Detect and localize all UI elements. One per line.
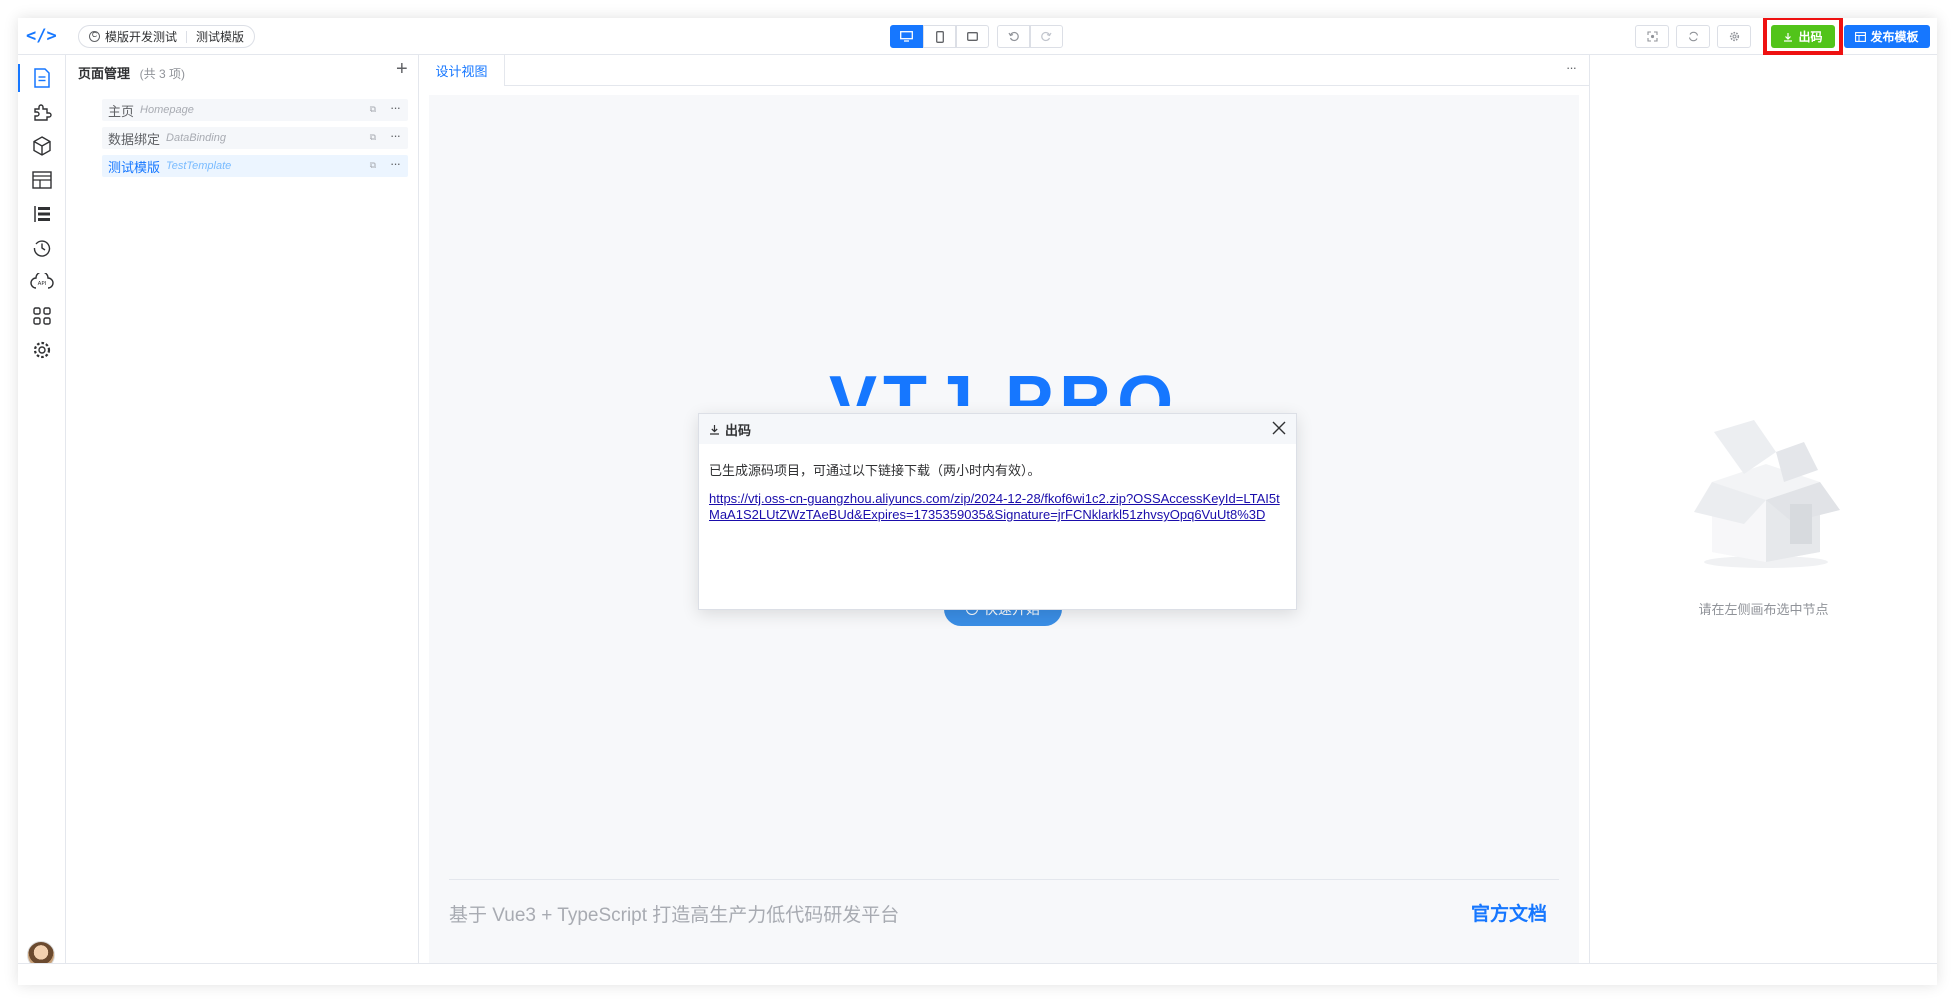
activity-api[interactable]: API xyxy=(18,265,66,299)
code-logo-icon[interactable]: </> xyxy=(26,22,57,50)
publish-template-button[interactable]: 发布模板 xyxy=(1844,25,1930,48)
view-tabbar: 设计视图 ··· xyxy=(419,55,1589,86)
gear-icon xyxy=(33,341,51,359)
page-en-name: TestTemplate xyxy=(166,160,232,172)
tablet-icon xyxy=(967,32,978,41)
apps-grid-icon xyxy=(33,307,51,325)
page-en-name: DataBinding xyxy=(166,132,226,144)
activity-components[interactable] xyxy=(18,95,66,129)
dialog-message: 已生成源码项目，可通过以下链接下载（两小时内有效）。 xyxy=(709,463,1041,478)
mobile-view-button[interactable] xyxy=(923,25,956,48)
refresh-icon xyxy=(1688,31,1698,42)
page-item-databinding[interactable]: 数据绑定 DataBinding ⧉ ··· xyxy=(102,127,408,149)
download-icon xyxy=(710,424,719,435)
preview-button[interactable] xyxy=(1635,25,1669,48)
svg-text:API: API xyxy=(38,281,47,287)
page-manager-panel: 页面管理 (共 3 项) + 主页 Homepage ⧉ ··· 数据绑定 Da… xyxy=(66,55,419,985)
download-link[interactable]: https://vtj.oss-cn-guangzhou.aliyuncs.co… xyxy=(709,491,1289,523)
undo-icon xyxy=(1008,31,1019,42)
activity-outline[interactable] xyxy=(18,197,66,231)
official-docs-link[interactable]: 官方文档 xyxy=(1471,899,1547,926)
breadcrumb-divider xyxy=(186,30,188,43)
activity-settings[interactable] xyxy=(18,333,66,367)
page-name: 主页 xyxy=(108,103,135,119)
properties-panel: 请在左侧画布选中节点 xyxy=(1589,55,1937,985)
document-icon xyxy=(34,68,50,88)
export-dialog: 出码 已生成源码项目，可通过以下链接下载（两小时内有效）。 https://vt… xyxy=(698,413,1297,610)
app-window: </> C 模版开发测试 测试模版 出码 发布模板 API 页面管理 (共 3 … xyxy=(18,18,1937,985)
desktop-icon xyxy=(900,31,913,42)
hero-title: VTJ.PRO xyxy=(829,372,1179,406)
tree-list-icon xyxy=(34,206,50,222)
platform-tagline: 基于 Vue3 + TypeScript 打造高生产力低代码研发平台 xyxy=(449,905,900,926)
mobile-icon xyxy=(935,30,944,43)
page-item-testtemplate[interactable]: 测试模版 TestTemplate ⧉ ··· xyxy=(102,155,408,177)
empty-hint: 请在左侧画布选中节点 xyxy=(1698,602,1829,617)
page-count: (共 3 项) xyxy=(139,67,185,81)
highlight-annotation xyxy=(1763,18,1843,55)
panel-title-text: 页面管理 xyxy=(78,66,131,81)
focus-icon xyxy=(1646,31,1658,42)
gear-icon xyxy=(1729,31,1739,42)
activity-blocks[interactable] xyxy=(18,129,66,163)
close-icon[interactable] xyxy=(1271,420,1287,436)
project-name: 模版开发测试 xyxy=(105,30,178,44)
layout-icon xyxy=(32,171,52,189)
cloud-api-icon: API xyxy=(30,273,54,289)
template-icon xyxy=(1855,31,1867,42)
project-breadcrumb[interactable]: C 模版开发测试 测试模版 xyxy=(78,25,256,48)
current-page-name: 测试模版 xyxy=(196,30,245,44)
page-more-icon[interactable]: ··· xyxy=(390,100,401,115)
copyright-icon: C xyxy=(89,31,100,42)
history-icon xyxy=(33,240,51,257)
activity-bar: API xyxy=(18,55,66,985)
refresh-button[interactable] xyxy=(1676,25,1710,48)
right-toolbar xyxy=(1635,25,1758,48)
puzzle-icon xyxy=(34,104,52,121)
canvas-divider xyxy=(449,879,1559,880)
settings-button[interactable] xyxy=(1717,25,1751,48)
undo-button[interactable] xyxy=(997,25,1030,48)
activity-layout[interactable] xyxy=(18,163,66,197)
top-toolbar: </> C 模版开发测试 测试模版 出码 发布模板 xyxy=(18,18,1937,55)
status-bar xyxy=(18,963,1937,985)
activity-apps[interactable] xyxy=(18,299,66,333)
panel-title: 页面管理 (共 3 项) xyxy=(78,63,185,82)
page-name: 测试模版 xyxy=(108,159,161,175)
empty-box-icon xyxy=(1694,420,1840,568)
page-more-icon[interactable]: ··· xyxy=(390,128,401,143)
publish-label: 发布模板 xyxy=(1870,30,1919,44)
dialog-title: 出码 xyxy=(725,422,752,438)
tablet-view-button[interactable] xyxy=(956,25,989,48)
copy-page-icon[interactable]: ⧉ xyxy=(370,104,376,115)
device-switcher xyxy=(890,25,989,48)
add-page-button[interactable]: + xyxy=(396,59,408,79)
cube-icon xyxy=(33,136,51,156)
activity-history[interactable] xyxy=(18,231,66,265)
page-item-homepage[interactable]: 主页 Homepage ⧉ ··· xyxy=(102,99,408,121)
redo-icon xyxy=(1041,31,1052,42)
tab-design-view[interactable]: 设计视图 xyxy=(419,55,505,86)
dialog-header: 出码 xyxy=(699,414,1296,444)
history-controls xyxy=(997,25,1063,48)
page-name: 数据绑定 xyxy=(108,131,161,147)
copy-page-icon[interactable]: ⧉ xyxy=(370,160,376,171)
activity-pages[interactable] xyxy=(18,61,66,95)
redo-button[interactable] xyxy=(1030,25,1063,48)
tab-more-icon[interactable]: ··· xyxy=(1566,60,1577,75)
page-en-name: Homepage xyxy=(140,104,194,116)
desktop-view-button[interactable] xyxy=(890,25,923,48)
page-more-icon[interactable]: ··· xyxy=(390,156,401,171)
copy-page-icon[interactable]: ⧉ xyxy=(370,132,376,143)
